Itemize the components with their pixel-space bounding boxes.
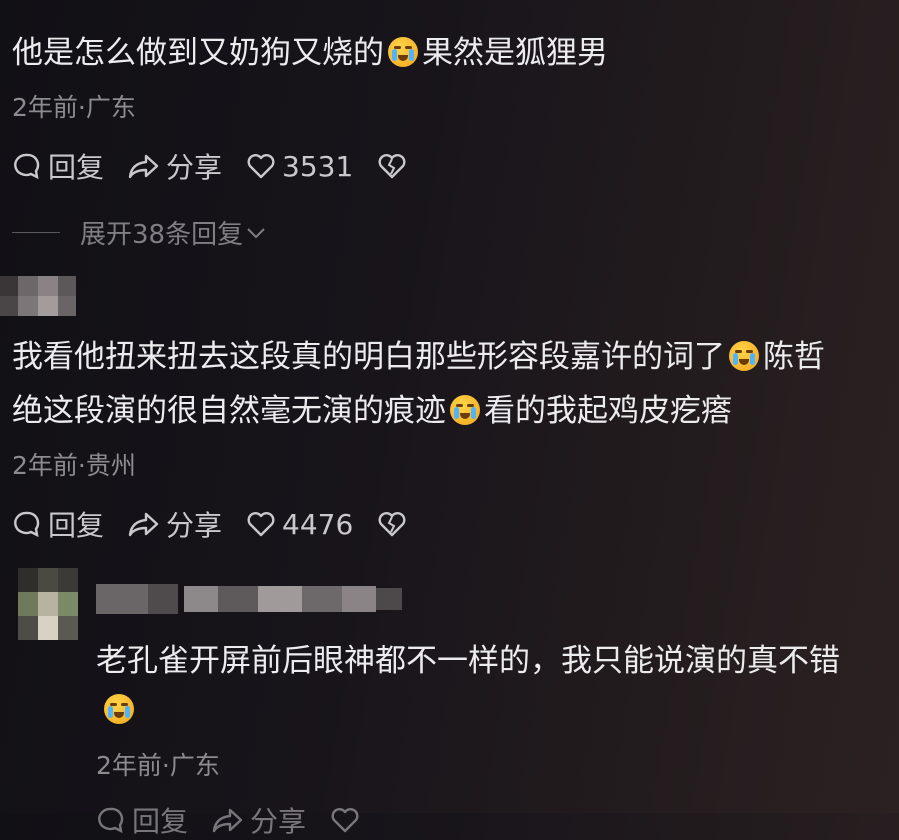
comment-2-meta: 2年前·贵州 <box>12 451 136 480</box>
like-button[interactable] <box>330 805 366 835</box>
comment-2-text-line-2: 绝这段演的很自然毫无演的痕迹 看的我起鸡皮疙瘩 <box>12 384 732 438</box>
like-button[interactable]: 3531 <box>246 150 353 183</box>
reply-button[interactable]: 回复 <box>96 800 188 840</box>
comment-2-actions: 回复 分享 4476 <box>12 504 437 544</box>
comment-3-meta: 2年前·广东 <box>96 751 220 780</box>
share-button[interactable]: 分享 <box>128 504 222 544</box>
crying-face-emoji-icon <box>729 341 759 371</box>
heart-outline-icon <box>331 808 359 833</box>
chevron-down-icon <box>247 227 265 238</box>
comment-3-actions: 回复 分享 <box>96 800 390 840</box>
heart-outline-icon <box>247 154 275 179</box>
comment-2-text-part-b: 陈哲 <box>763 339 825 375</box>
reply-label: 回复 <box>48 509 105 542</box>
broken-heart-icon <box>378 512 406 537</box>
comment-2-text-line-1: 我看他扭来扭去这段真的明白那些形容段嘉许的词了 陈哲 <box>12 330 825 384</box>
reply-label: 回复 <box>48 151 105 184</box>
divider-line <box>12 232 60 233</box>
reply-button[interactable]: 回复 <box>12 504 104 544</box>
comment-3-text: 老孔雀开屏前后眼神都不一样的，我只能说演的真不错 <box>96 643 840 679</box>
reply-bubble-icon <box>98 807 124 834</box>
expand-replies-label: 展开38条回复 <box>80 220 244 250</box>
avatar-blurred[interactable] <box>0 276 76 316</box>
share-arrow-icon <box>212 808 243 833</box>
crying-face-emoji-icon <box>104 694 134 724</box>
comment-1-meta: 2年前·广东 <box>12 93 136 122</box>
reply-bubble-icon <box>14 153 40 180</box>
crying-face-emoji-icon <box>450 395 480 425</box>
share-label: 分享 <box>166 509 223 542</box>
dislike-button[interactable] <box>377 151 413 181</box>
comment-1-text-part-a: 他是怎么做到又奶狗又烧的 <box>12 35 384 71</box>
reply-label: 回复 <box>132 805 189 838</box>
comment-2-text-part-a: 我看他扭来扭去这段真的明白那些形容段嘉许的词了 <box>12 339 725 375</box>
like-count: 4476 <box>282 507 354 541</box>
comment-1-text-part-b: 果然是狐狸男 <box>422 35 608 71</box>
share-label: 分享 <box>166 151 223 184</box>
share-arrow-icon <box>128 154 159 179</box>
like-button[interactable]: 4476 <box>246 508 353 541</box>
share-arrow-icon <box>128 512 159 537</box>
username-blurred[interactable] <box>96 584 402 614</box>
comment-1-text: 他是怎么做到又奶狗又烧的 果然是狐狸男 <box>12 26 608 80</box>
avatar-blurred[interactable] <box>18 568 78 640</box>
comment-3-emoji-line <box>100 694 138 724</box>
share-label: 分享 <box>250 805 307 838</box>
comment-2-text-part-d: 看的我起鸡皮疙瘩 <box>484 393 732 429</box>
comment-1-actions: 回复 分享 3531 <box>12 146 437 186</box>
reply-bubble-icon <box>14 511 40 538</box>
expand-replies-button[interactable]: 展开38条回复 <box>12 214 267 251</box>
crying-face-emoji-icon <box>388 37 418 67</box>
broken-heart-icon <box>378 154 406 179</box>
share-button[interactable]: 分享 <box>128 146 222 186</box>
share-button[interactable]: 分享 <box>212 800 306 840</box>
like-count: 3531 <box>282 149 354 183</box>
dislike-button[interactable] <box>377 509 413 539</box>
reply-button[interactable]: 回复 <box>12 146 104 186</box>
comment-2-text-part-c: 绝这段演的很自然毫无演的痕迹 <box>12 393 446 429</box>
heart-outline-icon <box>247 512 275 537</box>
